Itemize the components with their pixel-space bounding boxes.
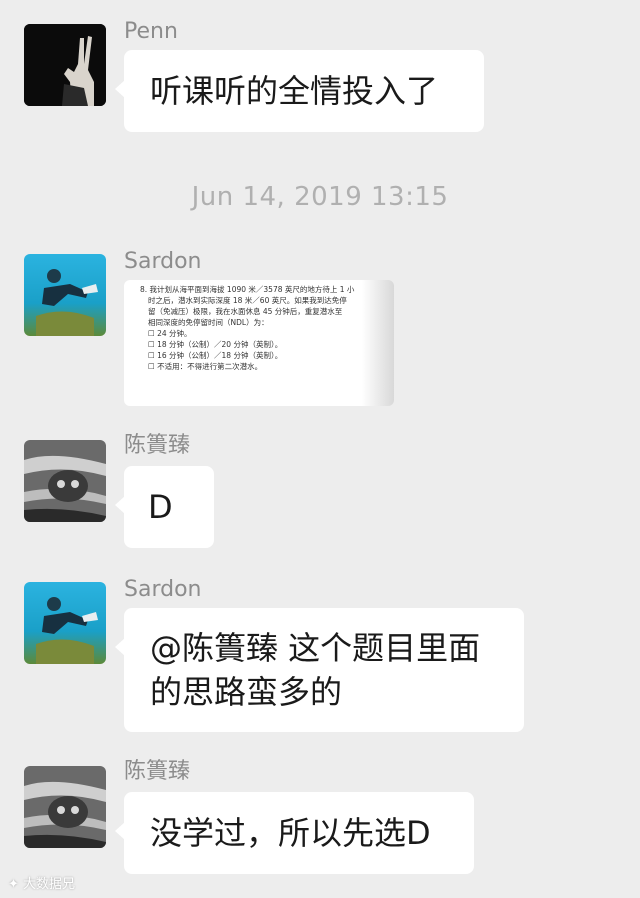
message-bubble[interactable]: 没学过，所以先选D <box>115 792 474 874</box>
avatar-sardon[interactable] <box>24 582 106 664</box>
message-text: D <box>148 488 173 526</box>
message-bubble[interactable]: D <box>115 466 214 548</box>
message-bubble[interactable]: @陈簣臻 这个题目里面 的思路蛮多的 <box>115 608 524 732</box>
image-message-quiz[interactable]: 8. 我计划从海平面到海拔 1090 米／3578 英尺的地方待上 1 小 时之… <box>124 280 394 406</box>
watermark: ✦ 大数据兄 <box>8 873 75 892</box>
quiz-option: ☐ 18 分钟（公制）／20 分钟（英制）。 <box>148 340 283 349</box>
quiz-line: 相同深度的免停留时间（NDL）为： <box>148 318 269 327</box>
sender-name: Penn <box>124 19 178 44</box>
chat-timestamp: Jun 14, 2019 13:15 <box>191 182 449 212</box>
avatar-sardon[interactable] <box>24 254 106 336</box>
peace-sign-avatar-icon <box>24 24 106 106</box>
message-text: 没学过，所以先选D <box>150 814 431 852</box>
avatar-chen[interactable] <box>24 766 106 848</box>
watermark-text: 大数据兄 <box>23 877 76 892</box>
quiz-line: 留（免减压）极限，我在水面休息 45 分钟后，重复潜水至 <box>148 307 343 316</box>
sender-name: 陈簣臻 <box>124 759 191 784</box>
message-text: @陈簣臻 这个题目里面 <box>150 629 481 667</box>
quiz-line: 8. 我计划从海平面到海拔 1090 米／3578 英尺的地方待上 1 小 <box>140 285 355 294</box>
message-bubble[interactable]: 听课听的全情投入了 <box>115 50 484 132</box>
cat-avatar-icon <box>24 766 106 848</box>
sender-name: Sardon <box>124 577 202 602</box>
quiz-option: ☐ 不适用：不得进行第二次潜水。 <box>148 362 263 371</box>
cat-avatar-icon <box>24 440 106 522</box>
avatar-penn[interactable] <box>24 24 106 106</box>
message-text: 的思路蛮多的 <box>150 673 343 711</box>
quiz-option: ☐ 16 分钟（公制）／18 分钟（英制）。 <box>148 351 283 360</box>
quiz-option: ☐ 24 分钟。 <box>148 329 192 338</box>
watermark-logo-icon: ✦ <box>8 877 24 892</box>
diver-avatar-icon <box>24 582 106 664</box>
diver-avatar-icon <box>24 254 106 336</box>
sender-name: Sardon <box>124 249 202 274</box>
sender-name: 陈簣臻 <box>124 433 191 458</box>
avatar-chen[interactable] <box>24 440 106 522</box>
quiz-line: 时之后，潜水到实际深度 18 米／60 英尺。如果我到达免停 <box>148 296 347 305</box>
message-text: 听课听的全情投入了 <box>150 72 439 110</box>
